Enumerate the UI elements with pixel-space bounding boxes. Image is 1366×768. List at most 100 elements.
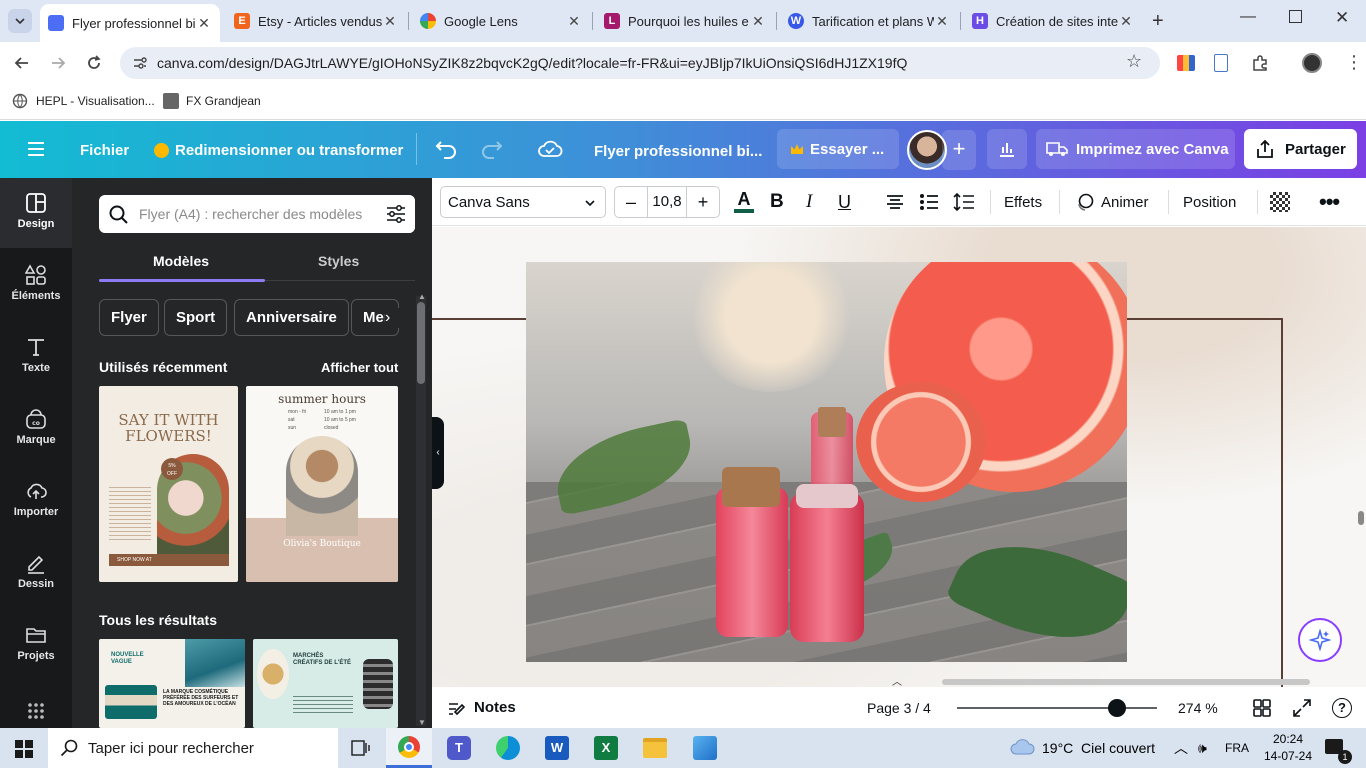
minimize-button[interactable]: —: [1240, 8, 1256, 26]
taskbar-search-box[interactable]: Taper ici pour rechercher: [48, 728, 338, 768]
clock[interactable]: 20:24 14-07-24: [1260, 731, 1316, 765]
file-menu-button[interactable]: Fichier: [80, 135, 129, 165]
bold-button[interactable]: B: [770, 186, 784, 218]
help-button[interactable]: ?: [1332, 698, 1352, 718]
bookmark-star-icon[interactable]: ☆: [1126, 51, 1142, 72]
panel-scrollbar-track[interactable]: [416, 296, 426, 726]
rail-design[interactable]: Design: [0, 178, 72, 248]
tab-styles[interactable]: Styles: [318, 253, 359, 269]
grid-view-button[interactable]: [1253, 699, 1271, 717]
text-color-button[interactable]: A: [733, 186, 755, 218]
edge-icon[interactable]: [496, 736, 520, 760]
site-settings-icon[interactable]: [132, 55, 148, 71]
scroll-down-icon[interactable]: ▼: [418, 718, 426, 727]
tab-canva[interactable]: Flyer professionnel bi ✕: [40, 4, 220, 42]
list-button[interactable]: [919, 186, 939, 218]
tray-chevron-up-icon[interactable]: ︿: [1174, 738, 1188, 758]
position-button[interactable]: Position: [1183, 186, 1236, 218]
page-indicator[interactable]: Page 3 / 4: [867, 700, 931, 716]
forward-button[interactable]: [48, 53, 68, 73]
zoom-slider-track[interactable]: [957, 699, 1157, 717]
photos-icon[interactable]: [693, 736, 717, 760]
close-icon[interactable]: ✕: [566, 13, 582, 30]
increase-font-button[interactable]: +: [687, 192, 719, 213]
task-view-button[interactable]: [350, 738, 370, 758]
template-search-input[interactable]: Flyer (A4) : rechercher des modèles: [99, 195, 415, 233]
taskbar-chrome-active[interactable]: [386, 728, 432, 768]
canvas-vscroll-thumb[interactable]: [1358, 511, 1364, 525]
redo-button[interactable]: [480, 138, 504, 160]
chip-flyer[interactable]: Flyer: [99, 299, 159, 336]
decrease-font-button[interactable]: –: [615, 192, 647, 213]
zoom-level[interactable]: 274 %: [1178, 700, 1218, 716]
extension-color-icon[interactable]: [1177, 55, 1195, 71]
design-title[interactable]: Flyer professionnel bi...: [594, 136, 762, 166]
language-indicator[interactable]: FRA: [1225, 741, 1249, 755]
template-thumb-summer-hours[interactable]: summer hours mon - fri sat sun 10 am to …: [246, 386, 398, 582]
collapse-panel-handle[interactable]: ‹: [432, 417, 444, 489]
extensions-button[interactable]: [1250, 53, 1270, 73]
cloud-saved-button[interactable]: [537, 137, 563, 161]
tab-google-lens[interactable]: Google Lens ✕: [412, 6, 590, 36]
volume-icon[interactable]: 🕪: [1198, 740, 1207, 757]
tab-site-builder[interactable]: H Création de sites inte ✕: [964, 6, 1142, 36]
bookmark-fx-grandjean[interactable]: FX Grandjean: [163, 93, 261, 109]
insights-button[interactable]: [987, 129, 1027, 169]
see-all-link[interactable]: Afficher tout: [321, 360, 398, 375]
align-button[interactable]: [885, 186, 905, 218]
animate-button[interactable]: Animer: [1075, 186, 1149, 218]
rail-brand[interactable]: co Marque: [0, 394, 72, 464]
font-size-stepper[interactable]: – 10,8 +: [614, 186, 720, 218]
template-thumb-nouvelle-vague[interactable]: NOUVELLE VAGUE LA MARQUE COSMÉTIQUE PRÉFÉ…: [99, 639, 245, 728]
rail-projects[interactable]: Projets: [0, 610, 72, 680]
close-icon[interactable]: ✕: [196, 15, 212, 32]
chevron-right-icon[interactable]: ›: [385, 308, 399, 328]
essential-oil-photo[interactable]: [526, 262, 1127, 662]
tab-huiles[interactable]: L Pourquoi les huiles e ✕: [596, 6, 774, 36]
canvas-hscroll-thumb[interactable]: [942, 679, 1310, 685]
underline-button[interactable]: U: [838, 186, 851, 218]
word-icon[interactable]: W: [545, 736, 569, 760]
more-options-icon[interactable]: •••: [1319, 186, 1340, 218]
tab-search-button[interactable]: [8, 9, 32, 33]
print-with-canva-button[interactable]: Imprimez avec Canva: [1036, 129, 1235, 169]
undo-button[interactable]: [434, 138, 458, 160]
notes-button[interactable]: Notes: [448, 699, 516, 716]
font-size-value[interactable]: 10,8: [647, 187, 687, 217]
new-tab-button[interactable]: +: [1152, 10, 1164, 33]
close-icon[interactable]: ✕: [750, 13, 766, 30]
design-canvas[interactable]: ‹ ︿: [432, 227, 1366, 687]
back-button[interactable]: [12, 53, 32, 73]
close-icon[interactable]: ✕: [934, 13, 950, 30]
tab-etsy[interactable]: E Etsy - Articles vendus ✕: [226, 6, 406, 36]
window-close-button[interactable]: ✕: [1335, 8, 1349, 28]
filter-button[interactable]: [377, 195, 415, 233]
italic-button[interactable]: I: [806, 186, 812, 218]
rail-upload[interactable]: Importer: [0, 466, 72, 536]
show-pages-chevron-icon[interactable]: ︿: [892, 673, 902, 687]
font-family-select[interactable]: Canva Sans: [440, 186, 606, 218]
try-pro-button[interactable]: Essayer ...: [777, 129, 899, 169]
tab-templates[interactable]: Modèles: [153, 253, 209, 269]
zoom-slider-thumb[interactable]: [1108, 699, 1126, 717]
apps-button[interactable]: [27, 702, 45, 720]
main-menu-button[interactable]: [27, 141, 45, 157]
effects-button[interactable]: Effets: [1004, 186, 1042, 218]
scroll-up-icon[interactable]: ▲: [418, 292, 426, 301]
profile-avatar[interactable]: [1302, 53, 1322, 73]
close-icon[interactable]: ✕: [382, 13, 398, 30]
reload-button[interactable]: [84, 53, 104, 73]
template-thumb-marches-creatifs[interactable]: MARCHÉS CRÉATIFS DE L'ÉTÉ: [253, 639, 398, 728]
fullscreen-button[interactable]: [1293, 699, 1311, 717]
spacing-button[interactable]: [953, 186, 975, 218]
chip-birthday[interactable]: Anniversaire: [234, 299, 349, 336]
rail-draw[interactable]: Dessin: [0, 538, 72, 608]
design-page[interactable]: [432, 227, 1366, 687]
invite-button[interactable]: +: [942, 130, 976, 170]
resize-button[interactable]: Redimensionner ou transformer: [154, 135, 403, 165]
share-button[interactable]: Partager: [1244, 129, 1357, 169]
user-avatar[interactable]: [907, 130, 947, 170]
start-button[interactable]: [15, 740, 33, 758]
close-icon[interactable]: ✕: [1118, 13, 1134, 30]
rail-text[interactable]: Texte: [0, 322, 72, 392]
